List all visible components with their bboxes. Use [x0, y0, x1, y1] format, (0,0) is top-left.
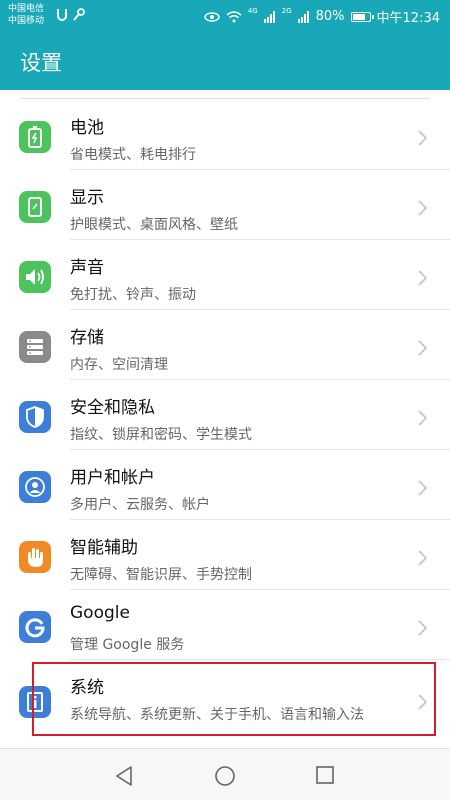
- chevron-right-icon: [418, 130, 428, 146]
- chevron-right-icon: [418, 270, 428, 286]
- status-left-icons: [56, 8, 86, 22]
- settings-item-title: 存储: [70, 328, 104, 348]
- chevron-right-icon: [418, 480, 428, 496]
- chevron-right-icon: [418, 200, 428, 216]
- hand-icon: [19, 541, 51, 573]
- settings-item-storage[interactable]: 存储 内存、空间清理: [0, 310, 450, 380]
- battery-fill: [352, 13, 365, 20]
- settings-item-sound[interactable]: 声音 免打扰、铃声、振动: [0, 240, 450, 310]
- settings-item-display[interactable]: 显示 护眼模式、桌面风格、壁纸: [0, 170, 450, 240]
- settings-item-subtitle: 多用户、云服务、帐户: [70, 497, 210, 513]
- chevron-right-icon: [418, 550, 428, 566]
- home-circle-icon[interactable]: [214, 765, 236, 787]
- notification-u-icon: [57, 9, 67, 21]
- settings-item-title: Google: [70, 603, 130, 623]
- highlight-box: [32, 662, 436, 736]
- settings-item-title: 用户和帐户: [70, 468, 155, 488]
- chevron-right-icon: [418, 620, 428, 636]
- eye-icon: [204, 11, 220, 22]
- signal-1-icon: [263, 10, 275, 23]
- clock: 中午12:34: [376, 11, 440, 26]
- wifi-icon: [226, 10, 242, 22]
- status-right: 4G 2G 80% 中午12:34: [204, 7, 440, 26]
- settings-item-title: 安全和隐私: [70, 398, 155, 418]
- settings-list[interactable]: 电池 省电模式、耗电排行 显示 护眼模式、桌面风格、壁纸 声音 免打扰、铃声、振…: [0, 90, 450, 748]
- page-title: 设置: [20, 51, 62, 75]
- settings-item-subtitle: 内存、空间清理: [70, 357, 168, 373]
- sound-icon: [19, 261, 51, 293]
- settings-item-subtitle: 免打扰、铃声、振动: [70, 287, 196, 303]
- recents-square-icon[interactable]: [315, 765, 335, 785]
- wrench-icon: [73, 8, 85, 21]
- settings-item-smart-assistance[interactable]: 智能辅助 无障碍、智能识屏、手势控制: [0, 520, 450, 590]
- battery-percent: 80%: [315, 9, 345, 24]
- settings-item-subtitle: 指纹、锁屏和密码、学生模式: [70, 427, 252, 443]
- carrier-1: 中国电信: [8, 4, 45, 14]
- battery-icon: [350, 11, 374, 22]
- chevron-right-icon: [418, 410, 428, 426]
- settings-item-title: 电池: [70, 118, 104, 138]
- action-bar: 设置: [0, 32, 450, 90]
- settings-item-subtitle: 护眼模式、桌面风格、壁纸: [70, 217, 238, 233]
- net-4g-label: 4G: [247, 6, 258, 15]
- battery-settings-icon: [19, 121, 51, 153]
- user-icon: [19, 471, 51, 503]
- carrier-labels: 中国电信 中国移动: [8, 3, 44, 27]
- shield-icon: [19, 401, 51, 433]
- settings-item-subtitle: 无障碍、智能识屏、手势控制: [70, 567, 252, 583]
- settings-item-title: 显示: [70, 188, 104, 208]
- settings-item-users-accounts[interactable]: 用户和帐户 多用户、云服务、帐户: [0, 450, 450, 520]
- settings-item-title: 声音: [70, 258, 104, 278]
- navigation-bar: [0, 748, 450, 800]
- signal-2-icon: [297, 10, 309, 23]
- storage-icon: [19, 331, 51, 363]
- settings-item-subtitle: 管理 Google 服务: [70, 637, 185, 653]
- display-icon: [19, 191, 51, 223]
- back-triangle-icon[interactable]: [114, 765, 134, 787]
- settings-item-battery[interactable]: 电池 省电模式、耗电排行: [0, 100, 450, 170]
- settings-item-title: 智能辅助: [70, 538, 138, 558]
- status-bar: 中国电信 中国移动 4G 2G 80% 中午12:34: [0, 0, 450, 32]
- settings-item-google[interactable]: Google 管理 Google 服务: [0, 590, 450, 660]
- settings-item-subtitle: 省电模式、耗电排行: [70, 147, 196, 163]
- list-top-divider: [20, 98, 430, 99]
- chevron-right-icon: [418, 340, 428, 356]
- google-icon: [19, 611, 51, 643]
- net-2g-label: 2G: [281, 6, 292, 15]
- settings-item-security[interactable]: 安全和隐私 指纹、锁屏和密码、学生模式: [0, 380, 450, 450]
- carrier-2: 中国移动: [8, 16, 45, 26]
